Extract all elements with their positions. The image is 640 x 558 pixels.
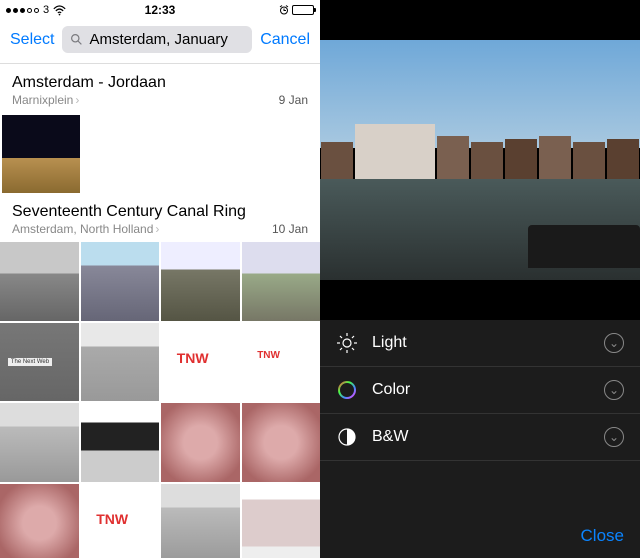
section-date: 10 Jan [272,222,308,236]
photo-grid [0,240,320,558]
status-bar: 3 12:33 [0,0,320,20]
photo-thumbnail[interactable] [81,323,160,402]
adjustments-list: Light ⌄ Color ⌄ B&W ⌄ Close [320,320,640,558]
search-icon [70,33,83,46]
photo-thumbnail[interactable] [161,403,240,482]
chevron-right-icon: › [155,222,159,236]
section-subtitle: Amsterdam, North Holland › [12,222,246,236]
alarm-icon [279,5,289,15]
photo-preview[interactable] [320,0,640,320]
photo-thumbnail[interactable] [242,242,321,321]
section-header[interactable]: Amsterdam - Jordaan Marnixplein › 9 Jan [0,64,320,111]
search-input[interactable]: Amsterdam, January [89,31,227,48]
adjust-row-light[interactable]: Light ⌄ [320,320,640,367]
chevron-down-icon[interactable]: ⌄ [604,427,624,447]
adjust-label: Light [372,334,590,352]
section-header[interactable]: Seventeenth Century Canal Ring Amsterdam… [0,193,320,240]
select-button[interactable]: Select [8,31,56,49]
chevron-down-icon[interactable]: ⌄ [604,333,624,353]
chevron-right-icon: › [75,93,79,107]
section-title: Amsterdam - Jordaan [12,74,166,92]
section-title: Seventeenth Century Canal Ring [12,203,246,221]
photo-edit-screen: Light ⌄ Color ⌄ B&W ⌄ Close [320,0,640,558]
battery-icon [292,5,314,15]
photo-thumbnail[interactable] [242,484,321,558]
carrier-label: 3 [43,4,49,16]
photo-thumbnail[interactable] [161,242,240,321]
photo-thumbnail[interactable] [81,484,160,558]
photo-thumbnail[interactable] [242,323,321,402]
photo-thumbnail[interactable] [2,115,80,193]
chevron-down-icon[interactable]: ⌄ [604,380,624,400]
close-button[interactable]: Close [581,526,624,546]
cancel-button[interactable]: Cancel [258,31,312,49]
wifi-icon [53,4,66,17]
adjust-label: Color [372,381,590,399]
bw-contrast-icon [336,426,358,448]
search-field[interactable]: Amsterdam, January [62,26,252,53]
status-left: 3 [6,4,66,17]
color-ring-icon [336,379,358,401]
photo-thumbnail[interactable] [0,242,79,321]
search-toolbar: Select Amsterdam, January Cancel [0,20,320,64]
photo-thumbnail[interactable] [242,403,321,482]
section-subtitle: Marnixplein › [12,93,166,107]
photo-thumbnail[interactable] [0,403,79,482]
brightness-icon [336,332,358,354]
photos-search-screen: 3 12:33 Select Amsterdam, January Cancel… [0,0,320,558]
status-right [279,5,314,15]
signal-dots-icon [6,8,39,13]
photo-thumbnail[interactable] [161,484,240,558]
close-row: Close [320,514,640,558]
photo-thumbnail[interactable] [0,323,79,402]
adjust-row-bw[interactable]: B&W ⌄ [320,414,640,461]
photo-thumbnail[interactable] [0,484,79,558]
photo-thumbnail[interactable] [81,242,160,321]
adjust-row-color[interactable]: Color ⌄ [320,367,640,414]
photo-thumbnail[interactable] [81,403,160,482]
photo-thumbnail[interactable] [161,323,240,402]
adjust-label: B&W [372,428,590,446]
section-date: 9 Jan [279,93,308,107]
